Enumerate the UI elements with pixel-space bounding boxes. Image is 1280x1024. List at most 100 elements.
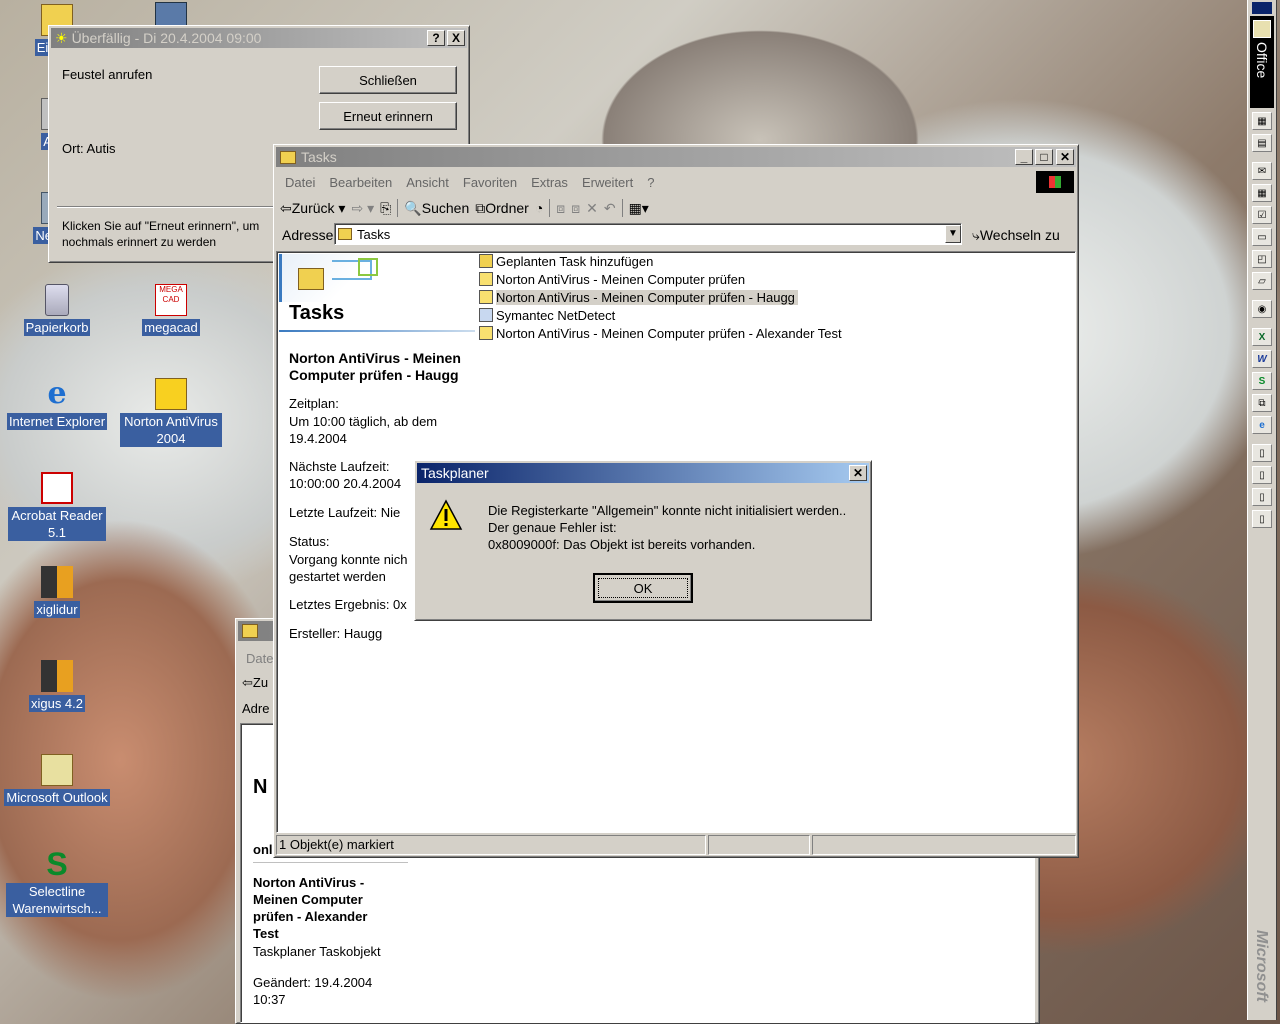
shortcut-doc-icon-2[interactable]: ▯ — [1252, 466, 1272, 484]
desktop-icon-outlook[interactable]: Microsoft Outlook — [2, 754, 112, 806]
reminder-titlebar[interactable]: ☀ Überfällig - Di 20.4.2004 09:00 ? X — [51, 28, 467, 48]
office-bar-header: Office — [1250, 16, 1274, 108]
panel-title: Tasks — [289, 302, 345, 324]
folders-label: Ordner — [485, 199, 529, 216]
history-icon[interactable]: ◔ — [535, 200, 543, 216]
excel-icon[interactable]: X — [1252, 328, 1272, 346]
close-icon[interactable]: ✕ — [849, 465, 867, 481]
file-name: Geplanten Task hinzufügen — [496, 253, 654, 269]
tasks-titlebar[interactable]: Tasks _ □ ✕ — [276, 147, 1076, 167]
undo-icon[interactable]: ↶ — [604, 200, 616, 217]
task-icon — [479, 290, 493, 304]
outlook-small-icon[interactable]: ◉ — [1252, 300, 1272, 318]
desktop-icon-xiglidur[interactable]: xiglidur — [2, 566, 112, 618]
desktop-icon-internet-explorer[interactable]: e Internet Explorer — [2, 378, 112, 430]
menu-extras[interactable]: Extras — [531, 175, 568, 190]
menu-datei[interactable]: Datei — [285, 175, 315, 190]
office-bar-gap-2 — [1248, 290, 1276, 296]
selectline-small-icon[interactable]: S — [1252, 372, 1272, 390]
folder-icon — [280, 150, 296, 164]
menu-bar: Datei Bearbeiten Ansicht Favoriten Extra… — [285, 175, 1045, 190]
list-item[interactable]: Norton AntiVirus - Meinen Computer prüfe… — [479, 324, 1069, 342]
task-icon — [479, 308, 493, 322]
menu-ansicht[interactable]: Ansicht — [406, 175, 449, 190]
close-icon[interactable]: X — [447, 30, 465, 46]
desktop-icon-norton[interactable]: Norton AntiVirus 2004 — [116, 378, 226, 447]
reminder-snooze-button[interactable]: Erneut erinnern — [319, 102, 457, 130]
last-run: Letzte Laufzeit: Nie — [289, 505, 401, 520]
background-panel-title: N — [253, 776, 268, 798]
journal-icon[interactable]: ◰ — [1252, 250, 1272, 268]
next-run-label: Nächste Laufzeit: — [289, 459, 390, 474]
office-new-doc-icon[interactable]: ▦ — [1252, 112, 1272, 130]
schedule-value: Um 10:00 täglich, ab dem 19.4.2004 — [289, 414, 438, 446]
mail-icon[interactable]: ✉ — [1252, 162, 1272, 180]
list-item[interactable]: Norton AntiVirus - Meinen Computer prüfe… — [479, 270, 1069, 288]
minimize-icon[interactable]: _ — [1015, 149, 1033, 165]
task-icon — [479, 272, 493, 286]
file-list: Geplanten Task hinzufügen Norton AntiVir… — [479, 252, 1069, 342]
background-menu-fragment[interactable]: Date — [246, 651, 273, 666]
shortcut-doc-icon-1[interactable]: ▯ — [1252, 444, 1272, 462]
toolbar-separator-2 — [549, 199, 551, 217]
background-address-fragment: Adre — [242, 701, 270, 716]
list-item-selected[interactable]: Norton AntiVirus - Meinen Computer prüfe… — [479, 288, 1069, 306]
note-icon[interactable]: ▱ — [1252, 272, 1272, 290]
task-check-icon[interactable]: ☑ — [1252, 206, 1272, 224]
background-modified: Geändert: 19.4.2004 10:37 — [253, 975, 373, 1007]
schedule-label: Zeitplan: — [289, 396, 339, 411]
desktop-icon-xigus[interactable]: xigus 4.2 — [2, 660, 112, 712]
move-to-icon[interactable]: ⧈ — [556, 200, 565, 217]
desktop-icon-selectline[interactable]: S Selectline Warenwirtsch... — [2, 848, 112, 917]
scheduled-tasks-icon — [298, 268, 324, 290]
search-button[interactable]: 🔍Suchen — [404, 200, 469, 217]
error-dialog[interactable]: Taskplaner ✕ Die Registerkarte "Allgemei… — [414, 460, 872, 621]
status-bar: 1 Objekt(e) markiert — [276, 835, 1076, 855]
ok-button[interactable]: OK — [593, 573, 693, 603]
back-button[interactable]: ⇦Zurück ▾ — [280, 200, 345, 217]
network-small-icon[interactable]: ⧉ — [1252, 394, 1272, 412]
help-button[interactable]: ? — [427, 30, 445, 46]
dialog-line-1: Die Registerkarte "Allgemein" konnte nic… — [488, 503, 847, 518]
menu-erweitert[interactable]: Erweitert — [582, 175, 633, 190]
delete-icon[interactable]: ✕ — [586, 200, 598, 217]
close-icon[interactable]: ✕ — [1056, 149, 1074, 165]
toolbar: ⇦Zurück ▾ ⇨ ▾ ⎘ 🔍Suchen ⧉Ordner ◔ ⧈ ⧈ ✕ … — [280, 197, 1070, 219]
office-bar-menu-icon[interactable] — [1252, 2, 1272, 14]
tasks-panel-graphic — [279, 254, 395, 302]
list-item[interactable]: Symantec NetDetect — [479, 306, 1069, 324]
desktop-icon-papierkorb[interactable]: Papierkorb — [2, 284, 112, 336]
dialog-title: Taskplaner — [421, 465, 489, 481]
ie-small-icon[interactable]: e — [1252, 416, 1272, 434]
status-bar-panel-2 — [708, 835, 810, 855]
maximize-icon[interactable]: □ — [1035, 149, 1053, 165]
word-icon[interactable]: W — [1252, 350, 1272, 368]
forward-button[interactable]: ⇨ ▾ — [351, 200, 374, 217]
contact-icon[interactable]: ▭ — [1252, 228, 1272, 246]
desktop-icon-megacad[interactable]: MEGA CAD megacad — [116, 284, 226, 336]
up-folder-icon[interactable]: ⎘ — [380, 200, 391, 217]
address-label: Adresse — [282, 227, 334, 243]
calendar-icon[interactable]: ▦ — [1252, 184, 1272, 202]
views-icon[interactable]: ▦▾ — [629, 200, 649, 217]
folders-button[interactable]: ⧉Ordner — [475, 200, 529, 217]
office-logo-icon[interactable] — [1253, 20, 1271, 38]
address-field[interactable]: Tasks ▼ — [334, 223, 962, 245]
list-item[interactable]: Geplanten Task hinzufügen — [479, 252, 1069, 270]
reminder-close-button[interactable]: Schließen — [319, 66, 457, 94]
shortcut-doc-icon-4[interactable]: ▯ — [1252, 510, 1272, 528]
menu-favoriten[interactable]: Favoriten — [463, 175, 517, 190]
office-open-doc-icon[interactable]: ▤ — [1252, 134, 1272, 152]
copy-to-icon[interactable]: ⧈ — [571, 200, 580, 217]
desktop-icon-acrobat[interactable]: Acrobat Reader 5.1 — [2, 472, 112, 541]
background-back-fragment[interactable]: ⇦Zu — [242, 675, 268, 691]
warning-icon — [429, 499, 463, 530]
go-button[interactable]: ⤷Wechseln zu — [972, 227, 1060, 244]
menu-bearbeiten[interactable]: Bearbeiten — [329, 175, 392, 190]
last-result: Letztes Ergebnis: 0x — [289, 597, 407, 612]
file-name: Norton AntiVirus - Meinen Computer prüfe… — [496, 289, 798, 305]
dialog-titlebar[interactable]: Taskplaner ✕ — [417, 463, 869, 483]
shortcut-doc-icon-3[interactable]: ▯ — [1252, 488, 1272, 506]
menu-help[interactable]: ? — [647, 175, 654, 190]
chevron-down-icon[interactable]: ▼ — [945, 225, 961, 243]
